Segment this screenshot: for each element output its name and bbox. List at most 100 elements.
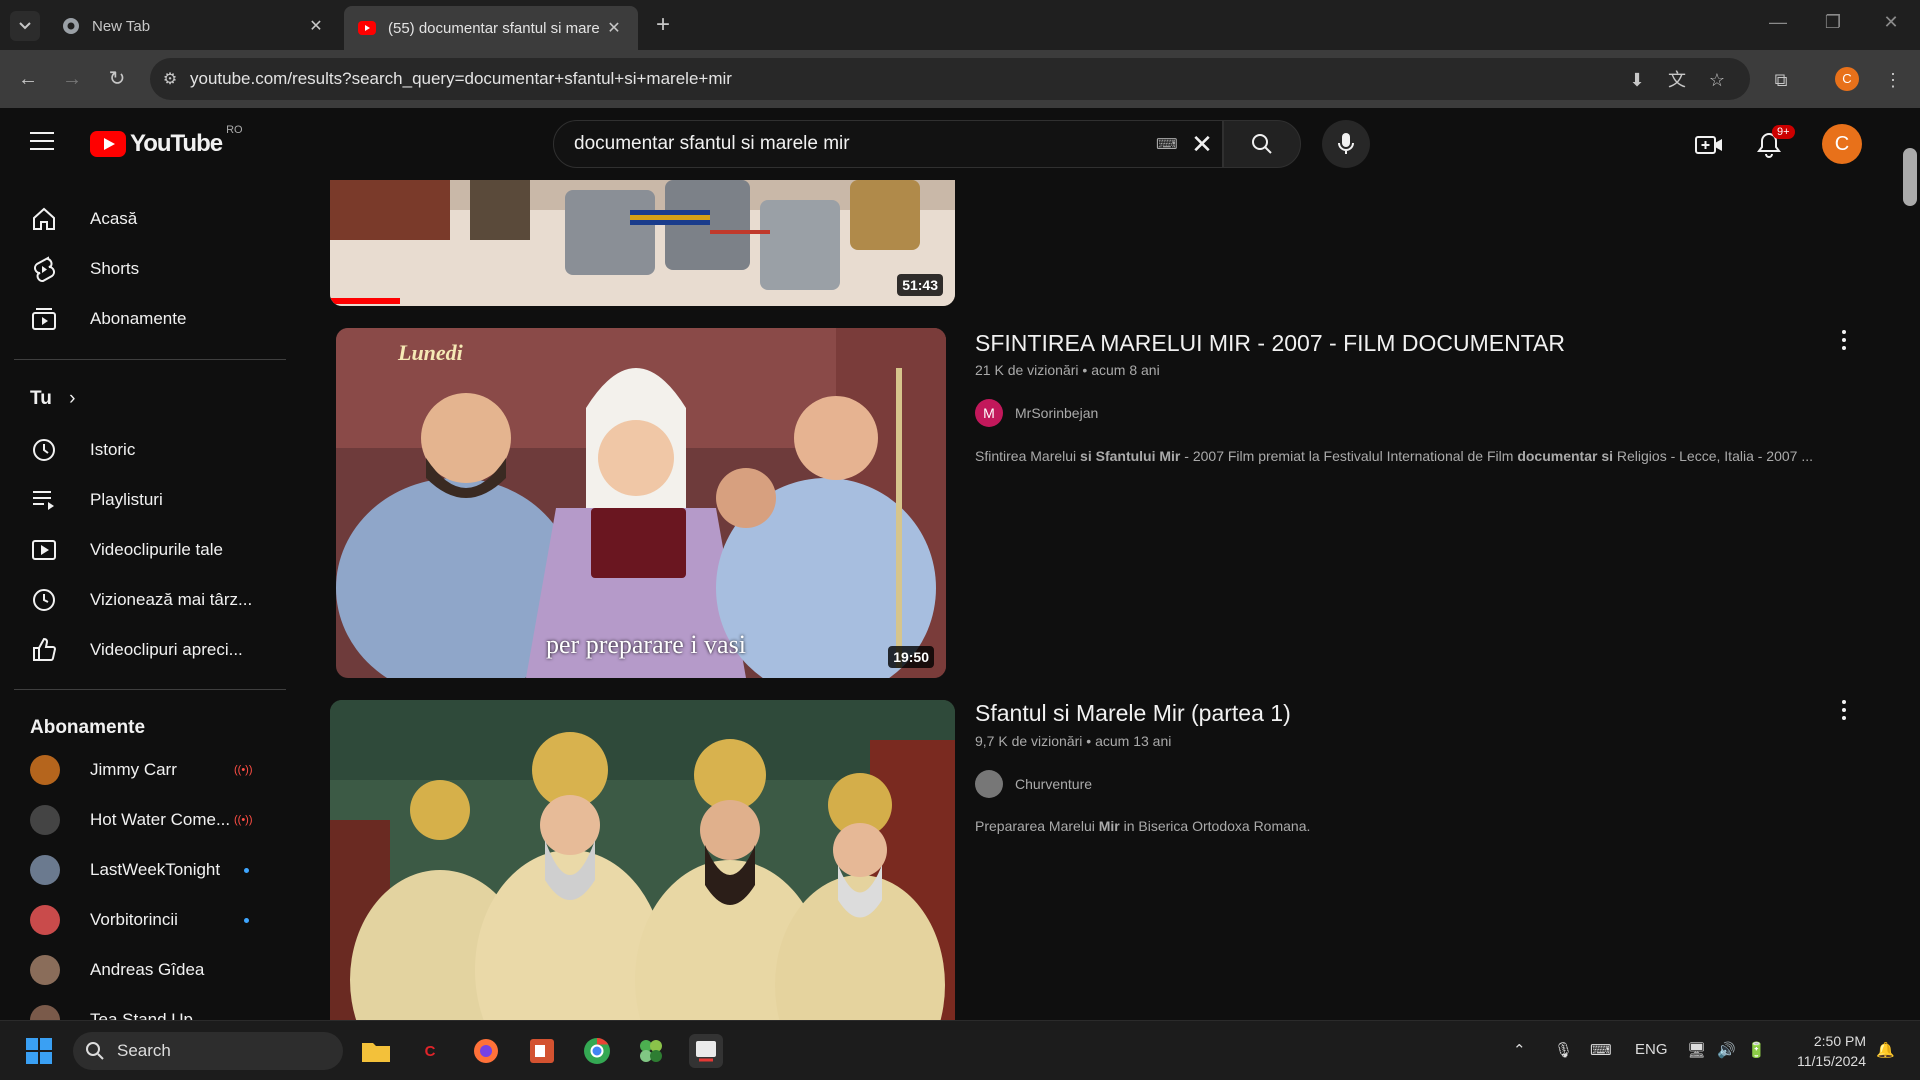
sidebar-item-subscriptions[interactable]: Abonamente [12, 295, 284, 343]
sidebar-divider [14, 359, 286, 360]
restore-icon[interactable]: ❐ [1818, 12, 1848, 33]
search-icon [1252, 134, 1272, 154]
sidebar-item-playlists[interactable]: Playlisturi [12, 476, 284, 524]
live-indicator-icon: ((•)) [234, 814, 253, 826]
video-thumbnail[interactable]: 51:43 [330, 180, 955, 306]
address-bar[interactable]: ⚙ youtube.com/results?search_query=docum… [150, 58, 1750, 100]
your-videos-icon [30, 536, 58, 564]
scrollbar-thumb[interactable] [1903, 148, 1917, 206]
translate-icon[interactable]: 文 [1664, 67, 1690, 93]
youtube-logo[interactable]: YouTube RO [90, 124, 243, 158]
youtube-favicon-icon [358, 19, 376, 37]
tab-close-button[interactable]: ✕ [604, 18, 624, 38]
clear-search-icon[interactable]: ✕ [1182, 129, 1222, 160]
sidebar-item-label: Istoric [90, 440, 136, 459]
file-explorer-icon[interactable] [359, 1034, 393, 1068]
page-scrollbar[interactable] [1900, 108, 1920, 1020]
sidebar-subscription[interactable]: Andreas Gîdea [12, 946, 284, 994]
video-description: Prepararea Marelui Mir in Biserica Ortod… [975, 818, 1855, 834]
sidebar-item-label: Vizionează mai târz... [90, 590, 253, 609]
more-actions-icon[interactable] [1836, 698, 1852, 722]
desc-highlight: si Sfantului Mir [1080, 448, 1181, 464]
clock-date: 11/15/2024 [1796, 1053, 1866, 1069]
forward-icon[interactable]: → [58, 65, 86, 93]
network-icon[interactable]: 🖥 [1687, 1041, 1706, 1059]
install-app-icon[interactable]: ⬇ [1624, 67, 1650, 93]
account-avatar[interactable]: C [1822, 124, 1862, 164]
channel-avatar [30, 855, 60, 885]
taskbar-search[interactable]: Search [73, 1032, 343, 1070]
sidebar-item-history[interactable]: Istoric [12, 426, 284, 474]
create-video-icon[interactable] [1694, 130, 1724, 160]
close-window-icon[interactable]: ✕ [1876, 12, 1906, 33]
video-thumbnail[interactable] [330, 700, 955, 1020]
browser-menu-icon[interactable]: ⋮ [1880, 67, 1906, 93]
desc-text: Religios - Lecce, Italia - 2007 ... [1613, 448, 1814, 464]
notifications-icon[interactable]: 🔔 [1876, 1041, 1895, 1059]
volume-icon[interactable]: 🔊 [1717, 1041, 1736, 1059]
playlists-icon [30, 486, 58, 514]
cclean-app-icon[interactable]: C [413, 1034, 447, 1068]
tab-youtube-active[interactable]: (55) documentar sfantul si mare ✕ [344, 6, 638, 50]
subscriptions-icon [30, 305, 58, 333]
upload-age: acum 13 ani [1095, 733, 1172, 749]
sidebar-you-heading[interactable]: Tu › [30, 388, 75, 410]
video-title[interactable]: Sfantul si Marele Mir (partea 1) [975, 700, 1291, 727]
desc-text: - 2007 Film premiat la Festivalul Intern… [1180, 448, 1518, 464]
search-input[interactable]: documentar sfantul si marele mir ⌨ ✕ [553, 120, 1223, 168]
firefox-icon[interactable] [469, 1034, 503, 1068]
puzzle-app-icon[interactable] [634, 1034, 668, 1068]
keyboard-icon[interactable]: ⌨ [1156, 135, 1182, 153]
video-title[interactable]: SFINTIREA MARELUI MIR - 2007 - FILM DOCU… [975, 330, 1565, 357]
minimize-icon[interactable]: — [1763, 12, 1793, 33]
sidebar-subscription[interactable]: Tea Stand Up [12, 996, 284, 1020]
sidebar-item-home[interactable]: Acasă [12, 195, 284, 243]
channel-avatar [975, 770, 1003, 798]
reload-icon[interactable]: ↻ [103, 65, 131, 93]
windows-taskbar: Search C ⌃ 🎙 ⌨ ENG 🖥 🔊 🔋 2:50 PM 11/15/2… [0, 1020, 1920, 1080]
windows-start-icon[interactable] [22, 1034, 56, 1068]
extensions-icon[interactable]: ⧉ [1768, 67, 1794, 93]
search-button[interactable] [1223, 120, 1301, 168]
snipping-tool-icon[interactable] [689, 1034, 723, 1068]
video-thumbnail[interactable]: Lunedi per preparare i vasi 19:50 [336, 328, 946, 678]
desc-highlight: documentar si [1517, 448, 1614, 464]
browser-profile-avatar[interactable]: C [1835, 67, 1859, 91]
microphone-icon [1338, 133, 1354, 154]
thumbnail-image [330, 700, 955, 1020]
keyboard-icon[interactable]: ⌨ [1590, 1041, 1612, 1059]
taskbar-search-placeholder: Search [117, 1041, 171, 1060]
sidebar-item-label: Abonamente [90, 309, 187, 328]
system-clock[interactable]: 2:50 PM 11/15/2024 [1784, 1031, 1866, 1071]
tab-close-button[interactable]: ✕ [306, 16, 326, 36]
sidebar-item-liked-videos[interactable]: Videoclipuri apreci... [12, 626, 284, 674]
channel-link[interactable]: M MrSorinbejan [975, 399, 1098, 427]
desc-text: Sfintirea Marelui [975, 448, 1081, 464]
bookmark-star-icon[interactable]: ☆ [1704, 67, 1730, 93]
channel-avatar [30, 905, 60, 935]
menu-icon[interactable] [30, 132, 54, 150]
language-indicator[interactable]: ENG [1635, 1041, 1668, 1058]
chrome-icon[interactable] [580, 1034, 614, 1068]
sidebar-item-watch-later[interactable]: Vizionează mai târz... [12, 576, 284, 624]
back-icon[interactable]: ← [14, 65, 42, 93]
battery-icon[interactable]: 🔋 [1747, 1041, 1766, 1059]
video-description: Sfintirea Marelui si Sfantului Mir - 200… [975, 448, 1855, 464]
powerpoint-icon[interactable] [525, 1034, 559, 1068]
channel-link[interactable]: Churventure [975, 770, 1092, 798]
watch-later-icon [30, 586, 58, 614]
tab-new-tab[interactable]: New Tab ✕ [48, 8, 340, 44]
site-info-icon[interactable]: ⚙ [150, 69, 190, 89]
more-actions-icon[interactable] [1836, 328, 1852, 352]
video-metadata: 21 K de vizionări • acum 8 ani [975, 362, 1160, 378]
tab-search-button[interactable] [10, 11, 40, 41]
show-hidden-icons-icon[interactable]: ⌃ [1513, 1041, 1526, 1059]
sidebar-item-your-videos[interactable]: Videoclipurile tale [12, 526, 284, 574]
sidebar-item-shorts[interactable]: Shorts [12, 245, 284, 293]
sidebar: Acasă Shorts Abonamente Tu › Istoric Pla… [0, 180, 290, 1020]
voice-search-button[interactable] [1322, 120, 1370, 168]
search-icon [86, 1042, 104, 1060]
new-tab-button[interactable]: + [650, 10, 676, 40]
microphone-icon[interactable]: 🎙 [1554, 1041, 1573, 1059]
youtube-play-icon [90, 131, 126, 157]
